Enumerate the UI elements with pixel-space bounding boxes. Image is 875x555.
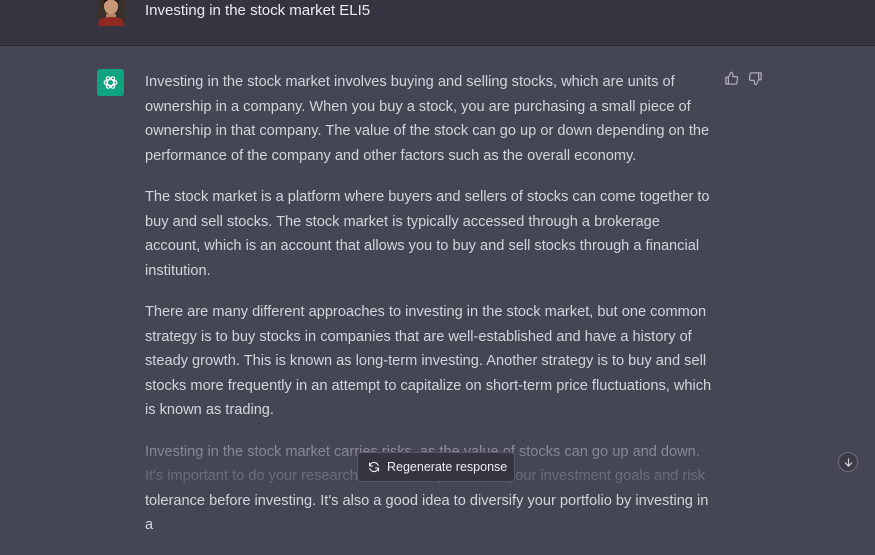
response-paragraph: The stock market is a platform where buy… bbox=[145, 189, 710, 279]
response-paragraph: Investing in the stock market involves b… bbox=[145, 74, 710, 164]
openai-logo-icon bbox=[103, 76, 118, 89]
assistant-message-row: Investing in the stock market involves b… bbox=[0, 46, 875, 533]
scroll-to-bottom-button[interactable] bbox=[838, 452, 858, 472]
thumbs-up-icon bbox=[724, 71, 738, 85]
user-message-row: Investing in the stock market ELI5 bbox=[0, 0, 875, 46]
thumbs-down-icon bbox=[748, 71, 762, 85]
user-avatar bbox=[97, 0, 125, 26]
response-paragraph: There are many different approaches to i… bbox=[145, 304, 712, 418]
user-avatar-image bbox=[97, 0, 125, 26]
arrow-down-icon bbox=[844, 457, 852, 467]
regenerate-label: Regenerate response bbox=[387, 460, 508, 474]
thumbs-down-button[interactable] bbox=[747, 70, 763, 86]
chatgpt-avatar bbox=[97, 69, 124, 96]
user-prompt-text: Investing in the stock market ELI5 bbox=[145, 2, 371, 19]
refresh-icon bbox=[368, 461, 380, 473]
regenerate-response-button[interactable]: Regenerate response bbox=[357, 452, 515, 482]
feedback-buttons bbox=[723, 70, 763, 86]
thumbs-up-button[interactable] bbox=[723, 70, 739, 86]
